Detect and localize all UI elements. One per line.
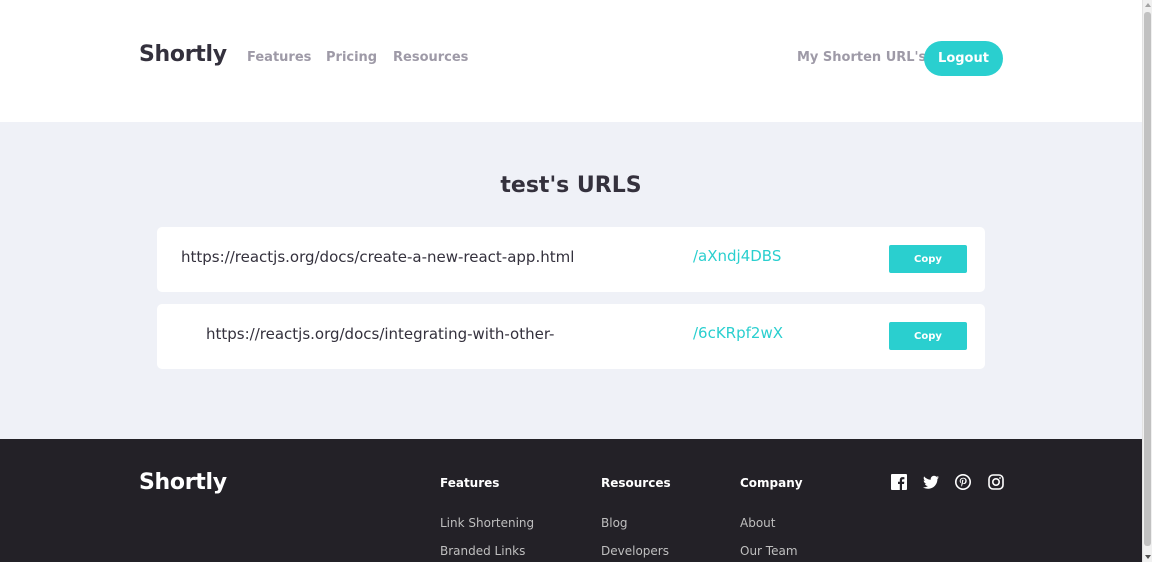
- footer-link-our-team[interactable]: Our Team: [740, 544, 803, 559]
- nav-link-my-shorten-urls[interactable]: My Shorten URL's: [797, 50, 926, 65]
- footer-heading: Company: [740, 476, 803, 490]
- nav-link-features[interactable]: Features: [247, 50, 311, 65]
- site-footer: Shortly Features Link Shortening Branded…: [0, 439, 1142, 562]
- page-title: test's URLS: [500, 173, 642, 198]
- instagram-icon[interactable]: [988, 474, 1004, 490]
- footer-logo[interactable]: Shortly: [139, 470, 227, 495]
- footer-column-company: Company About Our Team: [740, 476, 803, 562]
- copy-button[interactable]: Copy: [889, 245, 967, 273]
- site-header: Shortly Features Pricing Resources My Sh…: [0, 0, 1142, 122]
- footer-heading: Resources: [601, 476, 671, 490]
- scrollbar-thumb[interactable]: [1144, 12, 1151, 546]
- footer-column-features: Features Link Shortening Branded Links: [440, 476, 534, 562]
- short-url-link[interactable]: /aXndj4DBS: [693, 247, 781, 265]
- page-viewport: Shortly Features Pricing Resources My Sh…: [0, 0, 1142, 562]
- twitter-icon[interactable]: [923, 474, 939, 490]
- nav-link-pricing[interactable]: Pricing: [326, 50, 377, 65]
- footer-link-developers[interactable]: Developers: [601, 544, 671, 559]
- original-url: https://reactjs.org/docs/create-a-new-re…: [181, 248, 575, 266]
- copy-button[interactable]: Copy: [889, 322, 967, 350]
- main-content: test's URLS https://reactjs.org/docs/cre…: [0, 122, 1142, 439]
- footer-link-blog[interactable]: Blog: [601, 516, 671, 531]
- header-logo[interactable]: Shortly: [139, 42, 227, 67]
- url-card: https://reactjs.org/docs/integrating-wit…: [157, 304, 985, 369]
- scroll-down-arrow-icon[interactable]: [1145, 555, 1151, 559]
- url-card: https://reactjs.org/docs/create-a-new-re…: [157, 227, 985, 292]
- pinterest-icon[interactable]: [955, 474, 971, 490]
- original-url: https://reactjs.org/docs/integrating-wit…: [206, 325, 555, 343]
- footer-link-about[interactable]: About: [740, 516, 803, 531]
- scroll-up-arrow-icon[interactable]: [1145, 3, 1151, 7]
- logout-button[interactable]: Logout: [924, 41, 1003, 76]
- footer-heading: Features: [440, 476, 500, 490]
- footer-column-resources: Resources Blog Developers: [601, 476, 671, 562]
- short-url-link[interactable]: /6cKRpf2wX: [693, 324, 783, 342]
- vertical-scrollbar[interactable]: [1142, 0, 1152, 562]
- nav-link-resources[interactable]: Resources: [393, 50, 468, 65]
- facebook-icon[interactable]: [891, 474, 907, 490]
- footer-link-link-shortening[interactable]: Link Shortening: [440, 516, 534, 531]
- footer-link-branded-links[interactable]: Branded Links: [440, 544, 534, 559]
